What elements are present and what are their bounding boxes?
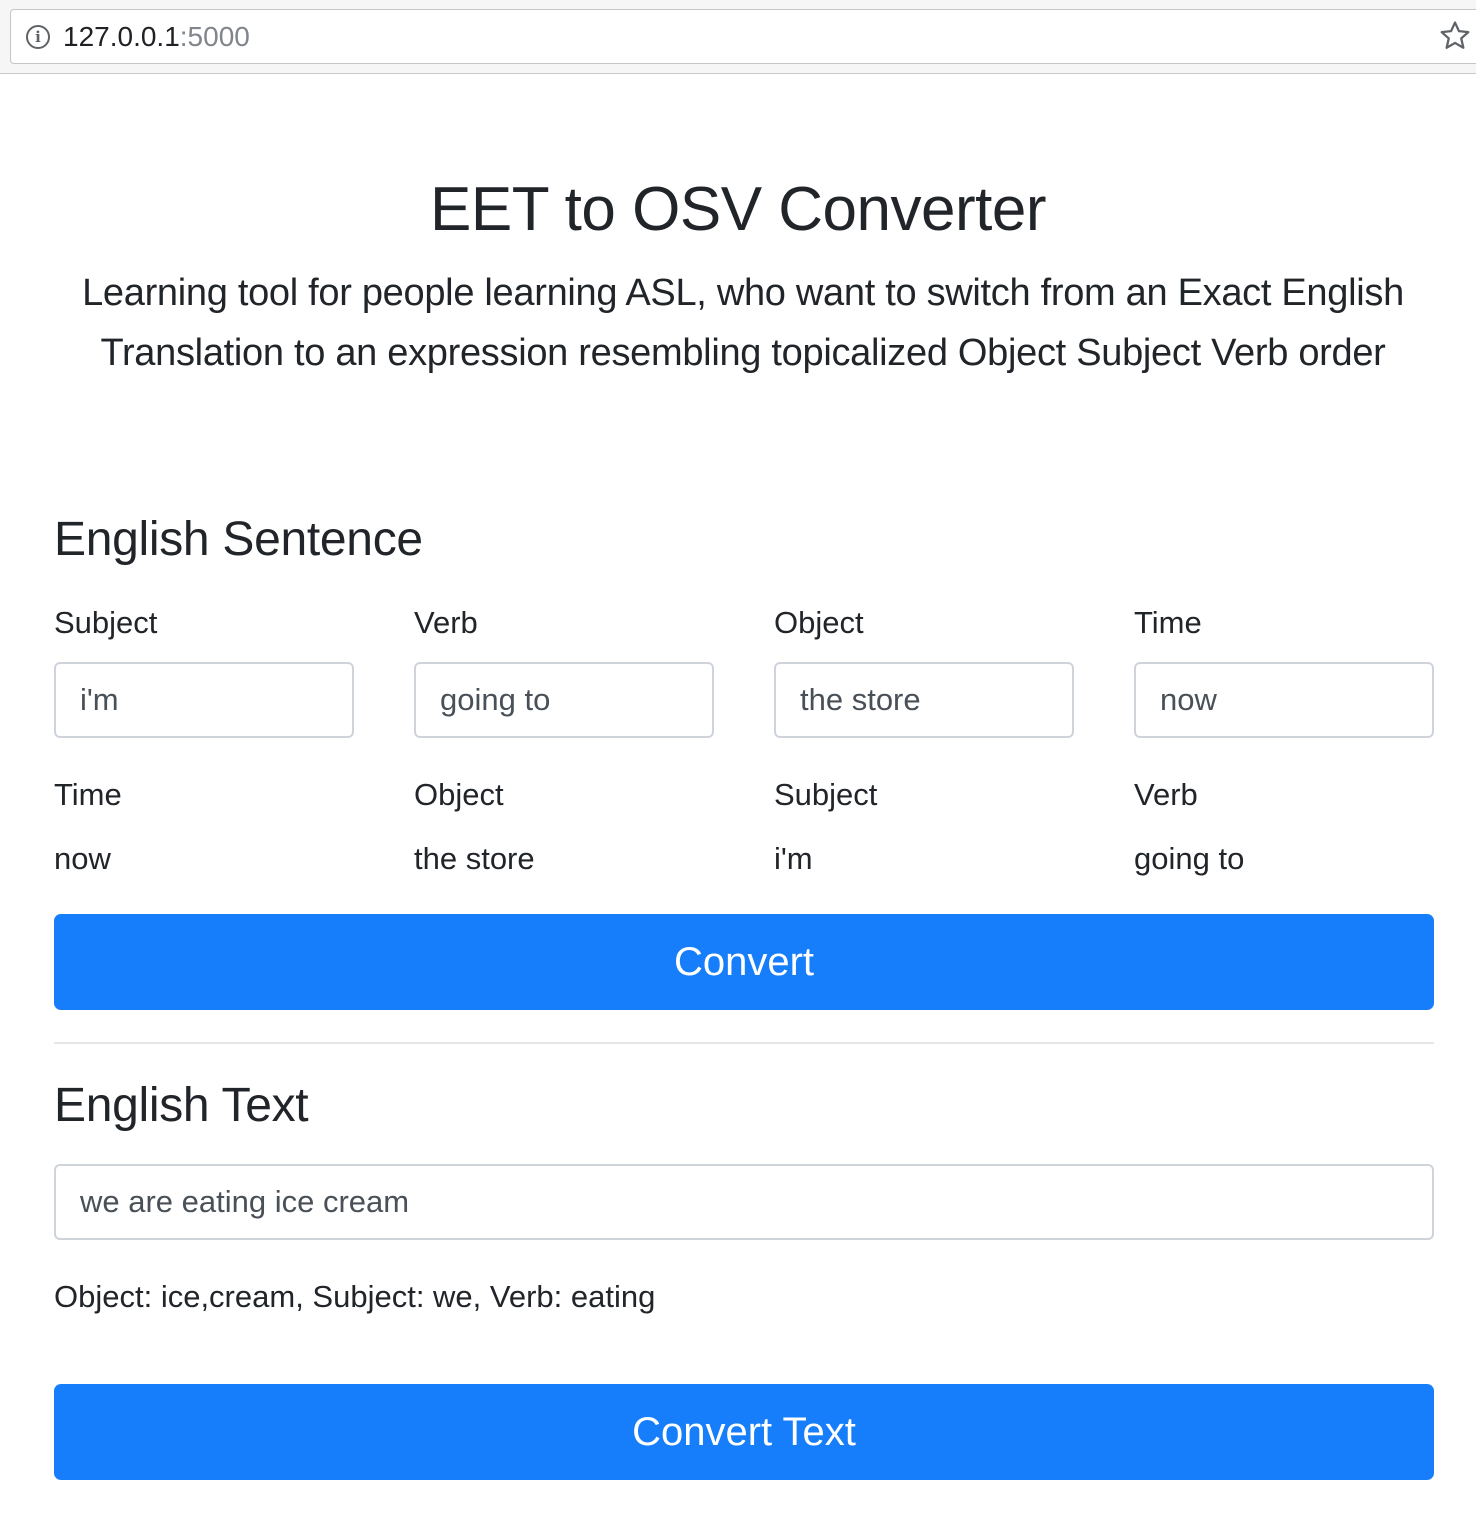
- output-time-label: Time: [54, 777, 122, 812]
- browser-toolbar: i 127.0.0.1:5000: [0, 0, 1476, 74]
- subject-input[interactable]: [54, 662, 354, 738]
- output-object-label: Object: [414, 777, 504, 812]
- time-input[interactable]: [1134, 662, 1434, 738]
- time-label: Time: [1134, 605, 1202, 640]
- page-title: EET to OSV Converter: [430, 175, 1047, 244]
- url-text[interactable]: 127.0.0.1:5000: [63, 22, 250, 52]
- address-bar[interactable]: i 127.0.0.1:5000: [10, 9, 1476, 64]
- convert-text-button[interactable]: Convert Text: [54, 1384, 1434, 1480]
- output-subject-value: i'm: [774, 841, 813, 876]
- verb-label: Verb: [414, 605, 478, 640]
- english-text-heading: English Text: [54, 1079, 309, 1132]
- url-host: 127.0.0.1: [63, 21, 180, 52]
- object-input[interactable]: [774, 662, 1074, 738]
- output-object-value: the store: [414, 841, 535, 876]
- output-time-value: now: [54, 841, 111, 876]
- verb-input[interactable]: [414, 662, 714, 738]
- bookmark-star-icon[interactable]: [1438, 19, 1472, 53]
- output-subject-label: Subject: [774, 777, 878, 812]
- convert-button[interactable]: Convert: [54, 914, 1434, 1010]
- section-divider: [54, 1042, 1434, 1044]
- url-port: :5000: [179, 21, 250, 52]
- subject-label: Subject: [54, 605, 158, 640]
- output-verb-label: Verb: [1134, 777, 1198, 812]
- page-lead: Learning tool for people learning ASL, w…: [82, 272, 1404, 374]
- text-conversion-result: Object: ice,cream, Subject: we, Verb: ea…: [54, 1279, 656, 1314]
- info-icon[interactable]: i: [26, 25, 50, 49]
- english-text-input[interactable]: [54, 1164, 1434, 1240]
- object-label: Object: [774, 605, 864, 640]
- english-sentence-heading: English Sentence: [54, 513, 423, 566]
- output-verb-value: going to: [1134, 841, 1245, 876]
